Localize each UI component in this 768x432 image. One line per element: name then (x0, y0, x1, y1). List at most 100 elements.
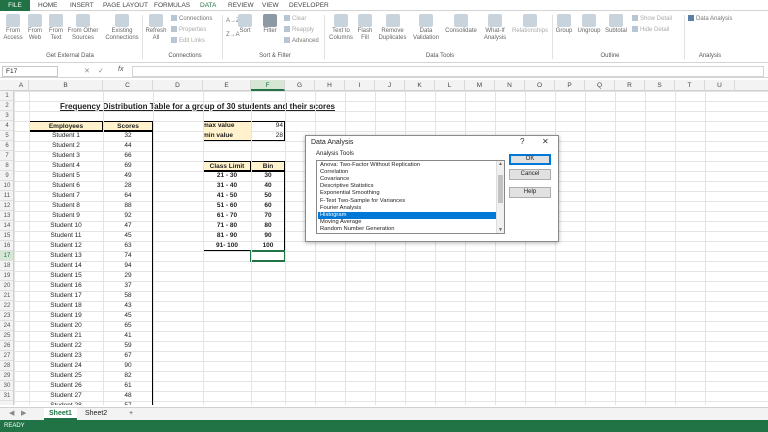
remove-duplicates-button[interactable]: Remove Duplicates (376, 14, 409, 42)
flash-fill-button[interactable]: Flash Fill (356, 14, 374, 42)
analysis-tool-item[interactable]: Exponential Smoothing (318, 190, 496, 197)
row-header-26[interactable]: 26 (0, 341, 13, 351)
what-if-analysis-button[interactable]: What-If Analysis (481, 14, 509, 42)
row-header-29[interactable]: 29 (0, 371, 13, 381)
analysis-tool-item[interactable]: Correlation (318, 169, 496, 176)
advanced-button[interactable]: Advanced (284, 37, 319, 45)
analysis-tool-item[interactable]: Descriptive Statistics (318, 183, 496, 190)
tab-scroll-right-icon[interactable]: ▶ (16, 408, 31, 420)
ok-button[interactable]: OK (509, 154, 551, 165)
row-header-4[interactable]: 4 (0, 121, 13, 131)
subtotal-button[interactable]: Subtotal (603, 14, 629, 35)
row-header-22[interactable]: 22 (0, 301, 13, 311)
row-header-9[interactable]: 9 (0, 171, 13, 181)
tab-data[interactable]: DATA (200, 1, 216, 11)
row-header-19[interactable]: 19 (0, 271, 13, 281)
hide-detail-button[interactable]: Hide Detail (632, 26, 669, 34)
row-header-3[interactable]: 3 (0, 111, 13, 121)
column-header-s[interactable]: S (645, 80, 675, 91)
column-header-d[interactable]: D (153, 80, 203, 91)
analysis-tool-item[interactable]: Covariance (318, 176, 496, 183)
analysis-tool-item[interactable]: Anova: Two-Factor Without Replication (318, 162, 496, 169)
analysis-tool-item[interactable]: Fourier Analysis (318, 205, 496, 212)
row-header-2[interactable]: 2 (0, 101, 13, 111)
sheet-tab-sheet2[interactable]: Sheet2 (80, 408, 112, 420)
name-box[interactable]: F17 (2, 66, 58, 77)
edit-links-button[interactable]: Edit Links (171, 37, 205, 45)
analysis-tool-item[interactable]: Random Number Generation (318, 226, 496, 233)
row-header-30[interactable]: 30 (0, 381, 13, 391)
analysis-tool-item[interactable]: F-Test Two-Sample for Variances (318, 198, 496, 205)
column-header-c[interactable]: C (103, 80, 153, 91)
row-header-6[interactable]: 6 (0, 141, 13, 151)
row-header-17[interactable]: 17 (0, 251, 13, 261)
from-web-button[interactable]: From Web (25, 14, 45, 42)
row-header-14[interactable]: 14 (0, 221, 13, 231)
column-header-p[interactable]: P (555, 80, 585, 91)
column-header-b[interactable]: B (29, 80, 103, 91)
insert-function-icon[interactable]: fx (118, 66, 123, 73)
analysis-tools-list[interactable]: Anova: Two-Factor Without Replication Cor… (316, 160, 505, 234)
row-header-5[interactable]: 5 (0, 131, 13, 141)
from-access-button[interactable]: From Access (3, 14, 23, 42)
show-detail-button[interactable]: Show Detail (632, 15, 672, 23)
properties-button[interactable]: Properties (171, 26, 206, 34)
analysis-tool-item[interactable]: Moving Average (318, 219, 496, 226)
row-header-20[interactable]: 20 (0, 281, 13, 291)
column-header-t[interactable]: T (675, 80, 705, 91)
filter-button[interactable]: Filter (259, 14, 281, 35)
tab-review[interactable]: REVIEW (228, 1, 254, 11)
relationships-button[interactable]: Relationships (510, 14, 550, 35)
row-header-31[interactable]: 31 (0, 391, 13, 401)
row-header-16[interactable]: 16 (0, 241, 13, 251)
row-header-13[interactable]: 13 (0, 211, 13, 221)
column-header-i[interactable]: I (345, 80, 375, 91)
row-header-1[interactable]: 1 (0, 91, 13, 101)
connections-button[interactable]: Connections (171, 15, 212, 23)
formula-input[interactable] (132, 66, 764, 77)
data-analysis-button[interactable]: Data Analysis (688, 15, 732, 23)
column-header-j[interactable]: J (375, 80, 405, 91)
row-header-8[interactable]: 8 (0, 161, 13, 171)
reapply-button[interactable]: Reapply (284, 26, 314, 34)
scroll-up-icon[interactable]: ▲ (498, 161, 503, 167)
column-header-q[interactable]: Q (585, 80, 615, 91)
column-header-o[interactable]: O (525, 80, 555, 91)
row-header-23[interactable]: 23 (0, 311, 13, 321)
close-icon[interactable]: ✕ (542, 137, 549, 146)
column-header-l[interactable]: L (435, 80, 465, 91)
scroll-down-icon[interactable]: ▼ (498, 227, 503, 233)
help-mark-icon[interactable]: ? (520, 137, 524, 146)
column-header-g[interactable]: G (285, 80, 315, 91)
column-header-n[interactable]: N (495, 80, 525, 91)
row-header-27[interactable]: 27 (0, 351, 13, 361)
refresh-all-button[interactable]: Refresh All (145, 14, 167, 42)
row-header-21[interactable]: 21 (0, 291, 13, 301)
help-button[interactable]: Help (509, 187, 551, 198)
from-text-button[interactable]: From Text (46, 14, 66, 42)
row-header-28[interactable]: 28 (0, 361, 13, 371)
analysis-tool-item[interactable]: Histogram (318, 211, 496, 219)
tab-file[interactable]: FILE (0, 0, 30, 11)
active-cell[interactable] (250, 250, 286, 262)
column-header-h[interactable]: H (315, 80, 345, 91)
row-header-10[interactable]: 10 (0, 181, 13, 191)
cancel-icon[interactable]: ✕ (84, 67, 90, 75)
list-scrollbar[interactable]: ▲ ▼ (496, 161, 504, 233)
column-header-m[interactable]: M (465, 80, 495, 91)
enter-icon[interactable]: ✓ (98, 67, 104, 75)
tab-insert[interactable]: INSERT (70, 1, 94, 11)
tab-view[interactable]: VIEW (262, 1, 279, 11)
column-header-u[interactable]: U (705, 80, 735, 91)
column-header-e[interactable]: E (203, 80, 251, 91)
add-sheet-icon[interactable]: + (124, 408, 138, 420)
column-header-f[interactable]: F (251, 80, 285, 91)
group-button[interactable]: Group (554, 14, 574, 35)
tab-formulas[interactable]: FORMULAS (154, 1, 190, 11)
tab-home[interactable]: HOME (38, 1, 58, 11)
row-header-24[interactable]: 24 (0, 321, 13, 331)
sheet-tab-sheet1[interactable]: Sheet1 (44, 408, 77, 420)
data-validation-button[interactable]: Data Validation (410, 14, 442, 42)
row-header-11[interactable]: 11 (0, 191, 13, 201)
column-header-r[interactable]: R (615, 80, 645, 91)
